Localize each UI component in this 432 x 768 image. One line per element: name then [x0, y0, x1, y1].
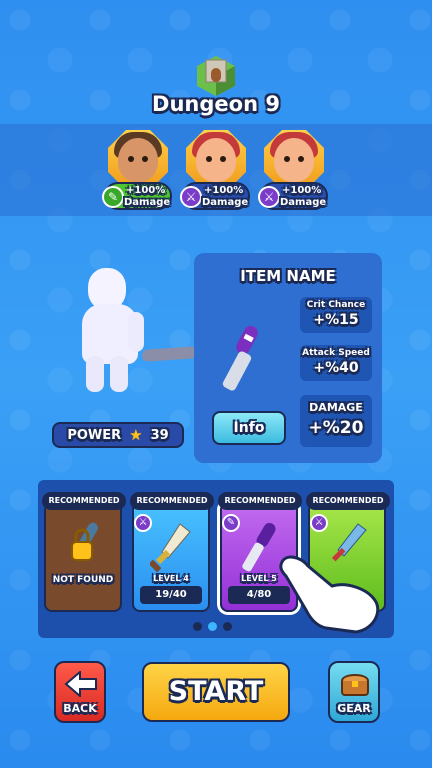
attack-speed-stat: Attack Speed +%40 [300, 345, 372, 381]
recommended-badge: RECOMMENDED [306, 492, 390, 510]
dagger-icon [150, 523, 191, 572]
not-found-label: NOT FOUND [52, 575, 114, 585]
back-button[interactable]: BACK [54, 661, 106, 723]
hero-slot-1[interactable]: ✎ +100% Damage [102, 130, 172, 210]
hero-bonus-label: Damage [280, 197, 327, 208]
hero-bonus-value: +100% [282, 185, 322, 196]
hero-bonus-label: Damage [202, 197, 249, 208]
back-arrow-icon [64, 671, 97, 697]
sword-icon: ⚔ [258, 186, 280, 208]
page-dot-active[interactable] [208, 622, 217, 631]
card-level: LEVEL 4 [153, 574, 189, 583]
start-button[interactable]: START [142, 662, 290, 722]
power-label: POWER [67, 427, 122, 443]
attack-speed-label: Attack Speed [302, 348, 370, 358]
recommended-badge: RECOMMENDED [130, 492, 214, 510]
damage-value: +%20 [308, 418, 364, 438]
card-progress: 19/40 [140, 586, 202, 604]
item-name: ITEM NAME [240, 267, 336, 285]
sword-icon: ⚔ [180, 186, 202, 208]
gear-button[interactable]: GEAR [328, 661, 380, 723]
wrench-icon: ✎ [102, 186, 124, 208]
back-label: BACK [63, 702, 97, 715]
info-button[interactable]: Info [212, 411, 286, 445]
hero-bonus-pill: ⚔ +100% Damage [180, 182, 250, 210]
hero-eyes [206, 156, 226, 162]
power-value: 39 [150, 427, 169, 443]
character-leg [86, 356, 104, 392]
item-card[interactable]: RECOMMENDED ⚔ LEVEL 4 19/40 [130, 492, 214, 612]
star-icon: ★ [129, 426, 143, 444]
hero-slot-3[interactable]: ⚔ +100% Damage [258, 130, 328, 210]
character-leg [110, 356, 128, 392]
hero-bonus-value: +100% [204, 185, 244, 196]
padlock-icon [71, 522, 98, 561]
equipped-weapon [141, 346, 199, 362]
recommended-badge: RECOMMENDED [218, 492, 302, 510]
page-dot[interactable] [193, 622, 202, 631]
attack-speed-value: +%40 [313, 360, 359, 376]
item-details-panel: ITEM NAME Crit Chance +%15 Attack Speed … [194, 253, 382, 463]
damage-stat: DAMAGE +%20 [300, 395, 372, 447]
recommended-badge: RECOMMENDED [42, 492, 126, 510]
hero-bonus-pill: ✎ +100% Damage [102, 182, 172, 210]
crit-chance-label: Crit Chance [306, 300, 366, 310]
hero-eyes [284, 156, 304, 162]
hero-eyes [128, 156, 148, 162]
gear-label: GEAR [337, 702, 371, 715]
crit-chance-stat: Crit Chance +%15 [300, 297, 372, 333]
damage-label: DAMAGE [309, 401, 363, 414]
hero-slot-2[interactable]: ⚔ +100% Damage [180, 130, 250, 210]
chest-icon [341, 674, 369, 696]
power-display: POWER ★ 39 [52, 422, 184, 448]
item-card-locked[interactable]: RECOMMENDED NOT FOUND [42, 492, 126, 612]
hero-bonus-value: +100% [126, 185, 166, 196]
hero-bonus-label: Damage [124, 197, 171, 208]
item-weapon-icon [222, 325, 258, 391]
carousel-pagination [193, 622, 232, 631]
player-character [78, 268, 199, 398]
crit-chance-value: +%15 [313, 312, 359, 328]
tutorial-hand-pointer [279, 555, 380, 634]
character-arm [128, 312, 144, 352]
dungeon-title: Dungeon 9 [152, 92, 280, 116]
hero-bonus-pill: ⚔ +100% Damage [258, 182, 328, 210]
page-dot[interactable] [223, 622, 232, 631]
